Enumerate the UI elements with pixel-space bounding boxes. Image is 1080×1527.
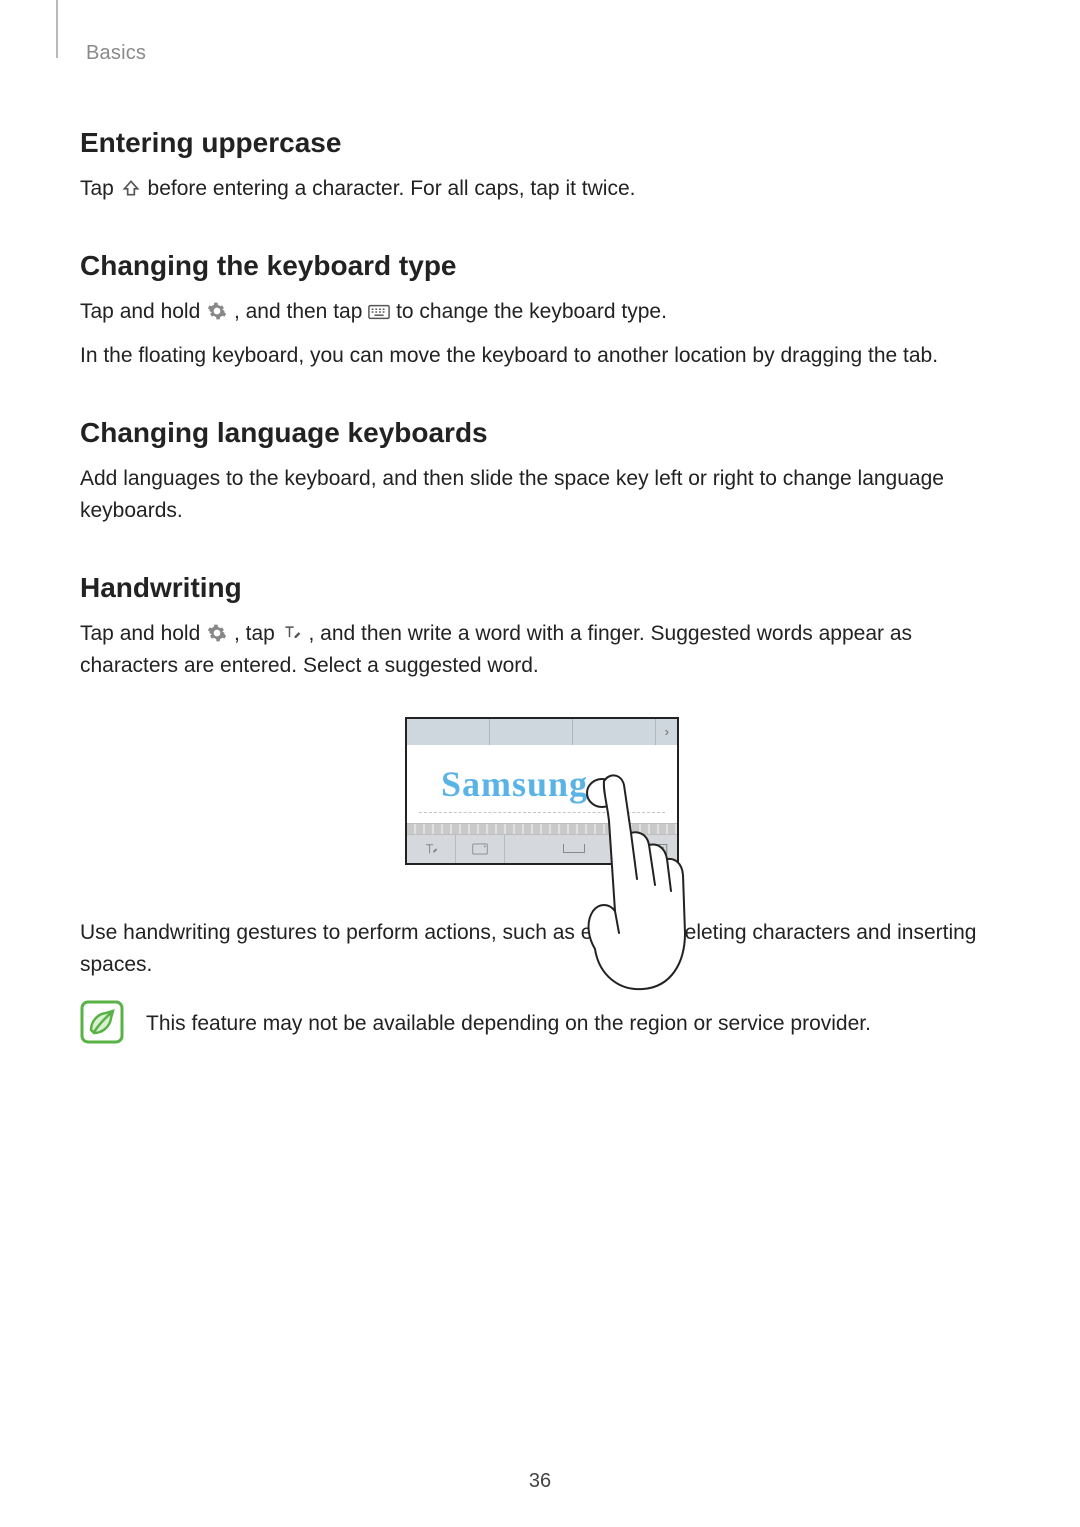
t-pen-icon <box>281 622 303 644</box>
handwriting-area: Samsung <box>407 745 677 823</box>
heading-handwriting: Handwriting <box>80 572 1000 604</box>
keyboard-key <box>407 835 456 863</box>
handwriting-illustration: › Samsung <box>405 717 675 865</box>
para-uppercase: Tap before entering a character. For all… <box>80 173 1000 206</box>
para-kbtype-1: Tap and hold , and then tap to change th… <box>80 296 1000 329</box>
keyboard-bottom-row <box>407 835 677 863</box>
handwriting-sample: Samsung <box>441 763 588 805</box>
note-callout: This feature may not be available depend… <box>80 1000 1000 1044</box>
heading-entering-uppercase: Entering uppercase <box>80 127 1000 159</box>
para-lang: Add languages to the keyboard, and then … <box>80 463 1000 528</box>
para-kbtype-2: In the floating keyboard, you can move t… <box>80 340 1000 373</box>
para-handwriting-1: Tap and hold , tap , and then write a wo… <box>80 618 1000 683</box>
keyboard-key <box>456 835 505 863</box>
manual-page: Basics Entering uppercase Tap before ent… <box>0 0 1080 1527</box>
text-fragment: before entering a character. For all cap… <box>148 177 636 200</box>
shift-icon <box>120 177 142 199</box>
gear-icon <box>206 300 228 322</box>
text-fragment: Tap and hold <box>80 300 206 323</box>
text-fragment: , tap <box>234 622 281 645</box>
text-fragment: , and then tap <box>234 300 368 323</box>
keyboard-icon <box>368 301 390 323</box>
text-fragment: Tap <box>80 177 120 200</box>
text-fragment: Tap and hold <box>80 622 206 645</box>
gear-icon <box>206 622 228 644</box>
keyboard-panel: › Samsung <box>405 717 679 865</box>
keyboard-space-key <box>505 835 643 863</box>
text-fragment: to change the keyboard type. <box>396 300 667 323</box>
keyboard-ruler <box>407 823 677 835</box>
breadcrumb: Basics <box>86 42 1000 65</box>
note-icon <box>80 1000 124 1044</box>
heading-keyboard-type: Changing the keyboard type <box>80 250 1000 282</box>
keyboard-backspace-key <box>643 835 677 863</box>
page-number: 36 <box>0 1470 1080 1493</box>
header-rule <box>56 0 58 58</box>
para-handwriting-2: Use handwriting gestures to perform acti… <box>80 917 1000 982</box>
note-text: This feature may not be available depend… <box>146 1000 871 1040</box>
keyboard-suggestion-bar: › <box>407 719 677 745</box>
heading-language-keyboards: Changing language keyboards <box>80 417 1000 449</box>
